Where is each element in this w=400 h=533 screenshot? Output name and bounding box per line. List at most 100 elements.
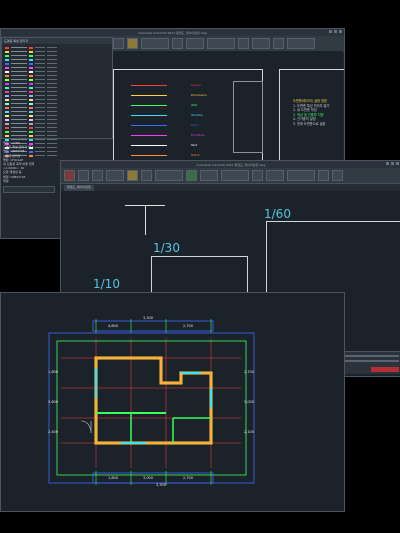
layer-color-swatch[interactable] [29, 54, 33, 57]
layer-row[interactable] [5, 114, 109, 117]
layer-color-swatch[interactable] [5, 54, 9, 57]
layer-color-swatch[interactable] [5, 110, 9, 113]
layer-properties-manager[interactable]: 도면층 특성 관리자 [1, 37, 113, 157]
close-icon[interactable] [339, 30, 342, 33]
layer-row[interactable] [5, 90, 109, 93]
layer-row[interactable] [5, 50, 109, 53]
close-icon[interactable] [396, 162, 399, 165]
layer-dropdown[interactable] [141, 38, 169, 49]
ribbon-tool-button[interactable] [155, 170, 183, 181]
ribbon-tool-button[interactable] [252, 38, 270, 49]
layer-row[interactable] [5, 78, 109, 81]
layer-row[interactable] [5, 98, 109, 101]
ribbon-tool-button[interactable] [186, 170, 197, 181]
layer-row[interactable] [5, 94, 109, 97]
layer-color-swatch[interactable] [5, 82, 9, 85]
layer-color-swatch[interactable] [29, 122, 33, 125]
layer-color-swatch[interactable] [5, 102, 9, 105]
layer-row[interactable] [5, 66, 109, 69]
layer-row[interactable] [5, 46, 109, 49]
layer-color-swatch[interactable] [5, 58, 9, 61]
layer-color-swatch[interactable] [29, 82, 33, 85]
layer-row[interactable] [5, 126, 109, 129]
ribbon-tool-button[interactable] [78, 170, 89, 181]
status-bar[interactable] [341, 351, 400, 374]
layer-color-swatch[interactable] [5, 130, 9, 133]
layer-color-swatch[interactable] [29, 130, 33, 133]
minimize-icon[interactable] [386, 162, 389, 165]
minimize-icon[interactable] [329, 30, 332, 33]
ribbon-tool-button[interactable] [200, 170, 218, 181]
layer-color-swatch[interactable] [29, 86, 33, 89]
layer-color-swatch[interactable] [29, 50, 33, 53]
layer-row[interactable] [5, 134, 109, 137]
layer-color-swatch[interactable] [29, 46, 33, 49]
layer-color-swatch[interactable] [5, 66, 9, 69]
ribbon-tool-button[interactable] [106, 170, 124, 181]
ribbon-tool-button[interactable] [238, 38, 249, 49]
layer-row[interactable] [5, 54, 109, 57]
app-menu-button[interactable] [64, 170, 75, 181]
layer-color-swatch[interactable] [29, 58, 33, 61]
ribbon-tool-button[interactable] [287, 38, 315, 49]
layer-color-swatch[interactable] [29, 66, 33, 69]
layer-row[interactable] [5, 110, 109, 113]
properties-dropdown[interactable] [287, 170, 315, 181]
layer-color-swatch[interactable] [5, 62, 9, 65]
layer-row[interactable] [5, 58, 109, 61]
layer-color-swatch[interactable] [29, 106, 33, 109]
layer-color-swatch[interactable] [29, 114, 33, 117]
command-input[interactable] [3, 186, 55, 194]
layer-color-swatch[interactable] [29, 110, 33, 113]
layer-color-swatch[interactable] [29, 70, 33, 73]
layer-color-swatch[interactable] [5, 74, 9, 77]
layer-row[interactable] [5, 122, 109, 125]
layer-color-swatch[interactable] [29, 98, 33, 101]
ribbon-tool-button[interactable] [273, 38, 284, 49]
ribbon-tool-button[interactable] [113, 38, 124, 49]
layer-color-swatch[interactable] [29, 102, 33, 105]
properties-dropdown[interactable] [207, 38, 235, 49]
ribbon-tool-button[interactable] [186, 38, 204, 49]
layer-color-swatch[interactable] [5, 78, 9, 81]
layer-color-swatch[interactable] [29, 78, 33, 81]
maximize-icon[interactable] [334, 30, 337, 33]
layer-color-swatch[interactable] [5, 98, 9, 101]
layer-color-swatch[interactable] [5, 94, 9, 97]
layer-color-swatch[interactable] [5, 90, 9, 93]
layer-row[interactable] [5, 102, 109, 105]
layer-color-swatch[interactable] [5, 122, 9, 125]
layer-color-swatch[interactable] [29, 90, 33, 93]
ribbon-tool-button[interactable] [266, 170, 284, 181]
ribbon-tool-button[interactable] [172, 38, 183, 49]
floor-plan-view[interactable]: 4,800 3,300 2,700 1,800 3,000 2,700 3,30… [0, 292, 345, 512]
layer-color-swatch[interactable] [29, 118, 33, 121]
ribbon-tool-button[interactable] [318, 170, 329, 181]
layer-row[interactable] [5, 74, 109, 77]
layer-color-swatch[interactable] [5, 70, 9, 73]
window-controls[interactable] [386, 162, 399, 165]
layer-color-swatch[interactable] [5, 118, 9, 121]
layer-color-swatch[interactable] [5, 114, 9, 117]
layer-row[interactable] [5, 82, 109, 85]
layer-color-swatch[interactable] [5, 46, 9, 49]
ribbon-tool-button[interactable] [141, 170, 152, 181]
ribbon-tool-button[interactable] [332, 170, 343, 181]
layer-row[interactable] [5, 70, 109, 73]
ribbon-tool-button[interactable] [92, 170, 103, 181]
layer-color-swatch[interactable] [29, 74, 33, 77]
layer-color-swatch[interactable] [29, 134, 33, 137]
layer-row[interactable] [5, 86, 109, 89]
layer-color-swatch[interactable] [5, 86, 9, 89]
layer-dropdown[interactable] [221, 170, 249, 181]
window-controls[interactable] [329, 30, 342, 33]
layer-color-swatch[interactable] [5, 106, 9, 109]
layer-color-swatch[interactable] [5, 50, 9, 53]
layer-color-swatch[interactable] [29, 126, 33, 129]
ribbon-tool-button[interactable] [127, 170, 138, 181]
layer-color-swatch[interactable] [29, 94, 33, 97]
ribbon-tool-button[interactable] [252, 170, 263, 181]
maximize-icon[interactable] [391, 162, 394, 165]
layer-color-swatch[interactable] [5, 134, 9, 137]
layer-row[interactable] [5, 106, 109, 109]
